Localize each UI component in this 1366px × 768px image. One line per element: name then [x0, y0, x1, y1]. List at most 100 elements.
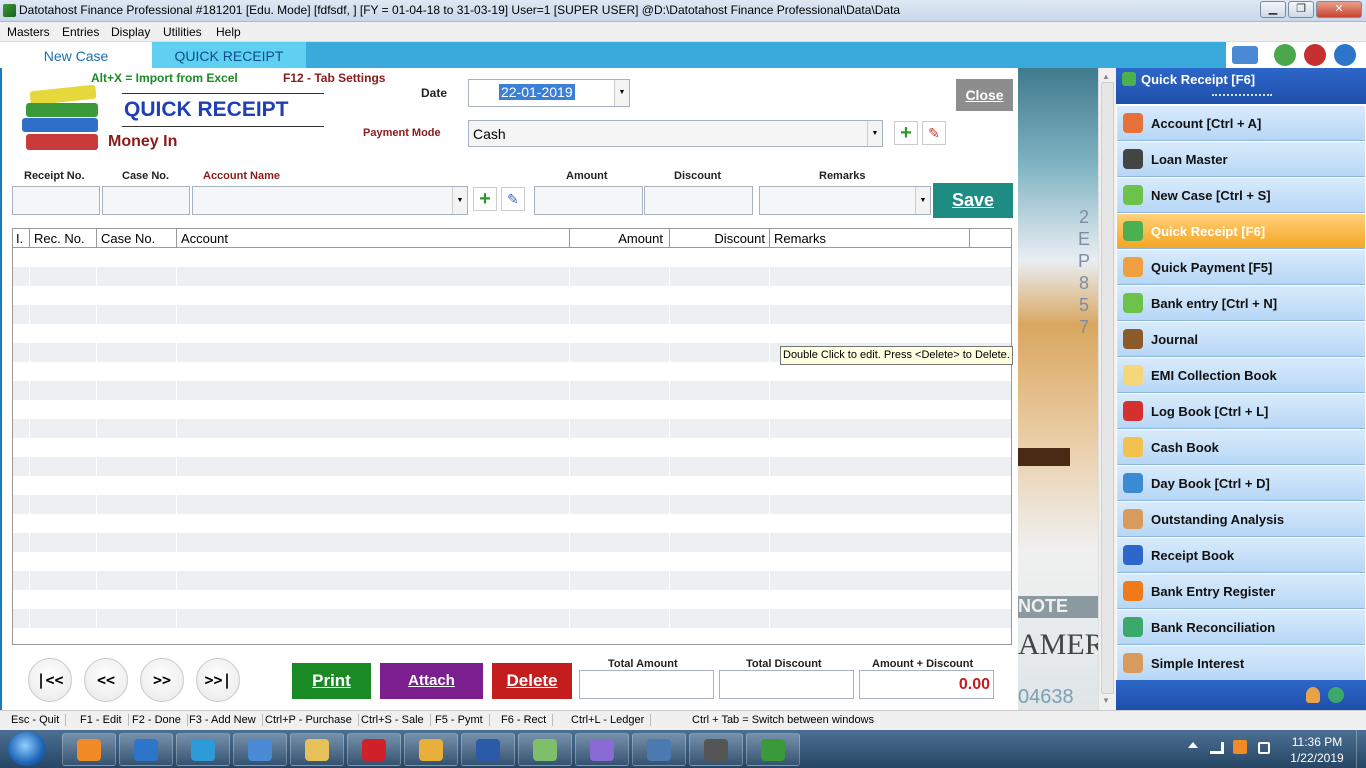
date-field[interactable]: 22-01-2019 ▼ — [468, 79, 630, 107]
taskbar-app-vlc[interactable] — [62, 733, 116, 766]
nav-last-button[interactable]: >>| — [196, 658, 240, 702]
taskbar-app-media[interactable] — [689, 733, 743, 766]
nav-first-button[interactable]: |<< — [28, 658, 72, 702]
nav-next-button[interactable]: >> — [140, 658, 184, 702]
sidebar-item-new-case-ctrl-s[interactable]: New Case [Ctrl + S] — [1117, 178, 1365, 213]
taskbar-app-opera[interactable] — [347, 733, 401, 766]
column-header-index[interactable]: I. — [13, 229, 30, 247]
status-sale: Ctrl+S - Sale — [361, 714, 431, 726]
status-ledger: Ctrl+L - Ledger — [571, 714, 652, 726]
edit-payment-mode-icon[interactable]: ✎ — [922, 121, 946, 145]
page-title: QUICK RECEIPT — [124, 98, 289, 121]
receipts-grid[interactable] — [12, 248, 1012, 645]
payment-mode-dropdown-icon[interactable]: ▼ — [867, 121, 882, 146]
sidebar-item-emi-collection-book[interactable]: EMI Collection Book — [1117, 358, 1365, 393]
column-header-amount[interactable]: Amount — [570, 229, 670, 247]
chat-icon[interactable] — [1304, 44, 1326, 66]
sidebar-item-quick-receipt-f6[interactable]: Quick Receipt [F6] — [1117, 214, 1365, 249]
tab-quick-receipt[interactable]: QUICK RECEIPT — [152, 42, 306, 68]
sidebar-item-bank-entry-register[interactable]: Bank Entry Register — [1117, 574, 1365, 609]
column-header-rec-no[interactable]: Rec. No. — [30, 229, 97, 247]
menu-display[interactable]: Display — [111, 25, 150, 39]
discount-input[interactable] — [644, 186, 753, 215]
menu-help[interactable]: Help — [216, 25, 241, 39]
receipt-no-input[interactable] — [12, 186, 100, 215]
remarks-select[interactable]: ▼ — [759, 186, 931, 215]
sidebar-item-account-ctrl-a[interactable]: Account [Ctrl + A] — [1117, 106, 1365, 141]
menu-bar: Masters Entries Display Utilities Help — [0, 22, 1366, 42]
sidebar-item-simple-interest[interactable]: Simple Interest — [1117, 646, 1365, 681]
users-icon[interactable] — [1306, 687, 1320, 703]
save-button[interactable]: Save — [933, 183, 1013, 218]
close-button[interactable]: Close — [956, 79, 1013, 111]
account-dropdown-icon[interactable]: ▼ — [452, 187, 467, 214]
amount-label: Amount — [566, 170, 608, 182]
tray-app-icon[interactable] — [1233, 740, 1247, 754]
column-header-case-no[interactable]: Case No. — [97, 229, 177, 247]
column-header-remarks[interactable]: Remarks — [770, 229, 970, 247]
payment-mode-select[interactable]: Cash ▼ — [468, 120, 883, 147]
scroll-down-arrow-icon[interactable]: ▼ — [1102, 696, 1110, 705]
taskbar-app-control-panel[interactable] — [233, 733, 287, 766]
add-payment-mode-icon[interactable]: + — [894, 121, 918, 145]
show-desktop-button[interactable] — [1356, 730, 1366, 768]
sidebar-item-outstanding-analysis[interactable]: Outstanding Analysis — [1117, 502, 1365, 537]
sidebar-item-receipt-book[interactable]: Receipt Book — [1117, 538, 1365, 573]
network-icon[interactable] — [1210, 742, 1224, 754]
grid-tooltip: Double Click to edit. Press <Delete> to … — [780, 346, 1013, 365]
sidebar-item-loan-master[interactable]: Loan Master — [1117, 142, 1365, 177]
start-button[interactable] — [8, 732, 46, 766]
taskbar-app-chrome[interactable] — [404, 733, 458, 766]
sidebar-item-quick-payment-f5[interactable]: Quick Payment [F5] — [1117, 250, 1365, 285]
menu-masters[interactable]: Masters — [7, 25, 50, 39]
nav-previous-button[interactable]: << — [84, 658, 128, 702]
sidebar-item-day-book-ctrl-d[interactable]: Day Book [Ctrl + D] — [1117, 466, 1365, 501]
tab-new-case[interactable]: New Case — [0, 42, 152, 68]
remarks-dropdown-icon[interactable]: ▼ — [915, 187, 930, 214]
taskbar-app-word[interactable] — [461, 733, 515, 766]
sidebar-item-label: Journal — [1151, 332, 1198, 347]
status-bar: Esc - Quit F1 - Edit F2 - Done F3 - Add … — [0, 710, 1366, 730]
column-header-account[interactable]: Account — [177, 229, 570, 247]
sidebar-item-bank-entry-ctrl-n[interactable]: Bank entry [Ctrl + N] — [1117, 286, 1365, 321]
scroll-up-arrow-icon[interactable]: ▲ — [1102, 72, 1110, 81]
print-button[interactable]: Print — [292, 663, 371, 699]
delete-button[interactable]: Delete — [492, 663, 572, 699]
case-no-input[interactable] — [102, 186, 190, 215]
sidebar-item-log-book-ctrl-l[interactable]: Log Book [Ctrl + L] — [1117, 394, 1365, 429]
vertical-scrollbar[interactable]: ▲ ▼ — [1098, 68, 1116, 710]
close-window-button[interactable]: ✕ — [1316, 1, 1362, 18]
video-icon[interactable] — [1274, 44, 1296, 66]
book-icon — [1123, 509, 1143, 529]
menu-utilities[interactable]: Utilities — [163, 25, 202, 39]
globe-icon[interactable] — [1328, 687, 1344, 703]
taskbar-app-snipping[interactable] — [119, 733, 173, 766]
taskbar-app-notes[interactable] — [518, 733, 572, 766]
menu-entries[interactable]: Entries — [62, 25, 99, 39]
megaphone-icon[interactable] — [1232, 46, 1258, 64]
info-icon[interactable] — [1334, 44, 1356, 66]
edit-account-icon[interactable]: ✎ — [501, 187, 525, 211]
add-account-icon[interactable]: + — [473, 187, 497, 211]
taskbar-app-ie[interactable] — [176, 733, 230, 766]
taskbar-app-magnifier[interactable] — [632, 733, 686, 766]
sidebar-item-bank-reconciliation[interactable]: Bank Reconciliation — [1117, 610, 1365, 645]
volume-icon[interactable] — [1258, 742, 1270, 754]
scrollbar-thumb[interactable] — [1101, 82, 1114, 694]
system-clock[interactable]: 11:36 PM 1/22/2019 — [1282, 734, 1352, 766]
date-value: 22-01-2019 — [499, 84, 575, 100]
sidebar-item-journal[interactable]: Journal — [1117, 322, 1365, 357]
taskbar-app-paint[interactable] — [575, 733, 629, 766]
taskbar-app-finance[interactable] — [746, 733, 800, 766]
journal-icon — [1123, 329, 1143, 349]
tray-expand-icon[interactable] — [1188, 742, 1198, 748]
amount-input[interactable] — [534, 186, 643, 215]
minimize-button[interactable]: ▁ — [1260, 1, 1286, 18]
sidebar-item-cash-book[interactable]: Cash Book — [1117, 430, 1365, 465]
date-dropdown-icon[interactable]: ▼ — [614, 80, 629, 106]
taskbar-app-explorer[interactable] — [290, 733, 344, 766]
account-name-select[interactable]: ▼ — [192, 186, 468, 215]
column-header-discount[interactable]: Discount — [670, 229, 770, 247]
attach-button[interactable]: Attach — [380, 663, 483, 699]
maximize-button[interactable]: ❐ — [1288, 1, 1314, 18]
